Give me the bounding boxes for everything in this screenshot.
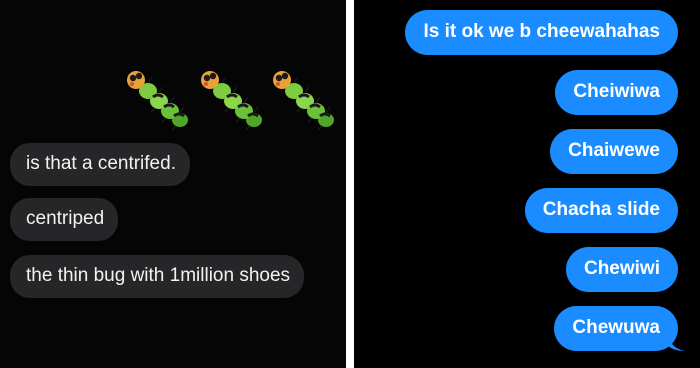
- caterpillar-icon: [273, 71, 334, 131]
- message-text: Chaiwewe: [568, 140, 660, 161]
- left-chat-panel: is that a centrifed. centriped the thin …: [0, 0, 346, 368]
- incoming-message-bubble[interactable]: is that a centrifed.: [10, 143, 190, 186]
- caterpillar-icon: [127, 71, 188, 131]
- outgoing-message-bubble[interactable]: Chaiwewe: [550, 129, 678, 174]
- outgoing-message-bubble[interactable]: Cheiwiwa: [555, 70, 678, 115]
- message-text: Chewuwa: [572, 317, 660, 338]
- caterpillar-icon: [201, 71, 262, 131]
- message-text: is that a centrifed.: [26, 153, 176, 174]
- incoming-message-bubble[interactable]: centriped: [10, 198, 119, 241]
- outgoing-message-bubble[interactable]: Chewiwi: [565, 247, 678, 292]
- message-text: the thin bug with 1million shoes: [26, 265, 291, 286]
- message-text: Chewiwi: [583, 258, 660, 279]
- right-chat-panel: Is it ok we b cheewahahas Cheiwiwa Chaiw…: [354, 0, 700, 368]
- message-text: centriped: [26, 208, 105, 229]
- message-text: Is it ok we b cheewahahas: [423, 21, 660, 42]
- incoming-message-bubble[interactable]: the thin bug with 1million shoes: [10, 255, 305, 298]
- emoji-message[interactable]: [120, 60, 340, 140]
- bubble-tail-icon: [667, 333, 685, 351]
- outgoing-message-bubble[interactable]: Chacha slide: [524, 188, 678, 233]
- outgoing-message-bubble[interactable]: Is it ok we b cheewahahas: [405, 10, 678, 55]
- outgoing-message-bubble[interactable]: Chewuwa: [554, 306, 685, 351]
- message-text: Chacha slide: [542, 199, 660, 220]
- message-text: Cheiwiwa: [573, 81, 660, 102]
